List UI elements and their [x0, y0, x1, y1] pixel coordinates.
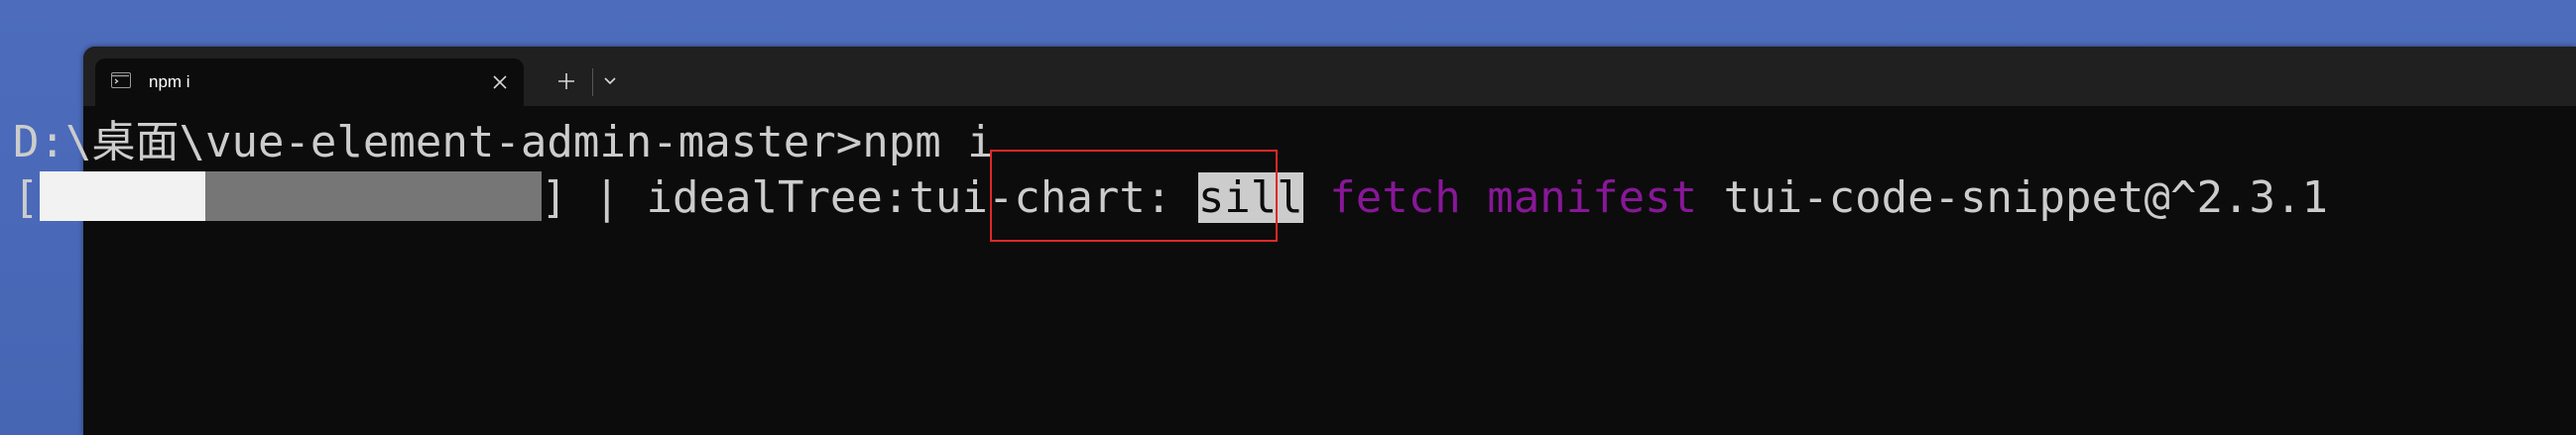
terminal-icon	[111, 72, 131, 88]
tab-title: npm i	[149, 72, 190, 91]
bracket-open: [	[13, 172, 40, 223]
plus-icon[interactable]	[555, 70, 577, 92]
desktop: npm i D:\桌面\vue-element-admin-master>npm…	[0, 0, 2576, 435]
progress-bar-done	[39, 171, 205, 221]
close-icon[interactable]	[492, 74, 508, 90]
terminal-line-1: D:\桌面\vue-element-admin-master>npm i	[13, 115, 994, 170]
package-name: tui-code-snippet@^2.3.1	[1723, 172, 2328, 223]
tab-npm-i[interactable]: npm i	[95, 58, 524, 106]
tab-divider	[592, 68, 593, 96]
title-bar: npm i	[83, 47, 2576, 106]
progress-bar-remaining	[204, 171, 542, 221]
command-highlight-box	[990, 150, 1278, 242]
bracket-close: ]	[541, 172, 568, 223]
manifest-word: manifest	[1487, 172, 1698, 223]
command-text: npm i	[862, 117, 994, 167]
terminal-window: npm i	[83, 47, 2576, 435]
chevron-down-icon[interactable]	[601, 72, 619, 90]
fetch-word: fetch	[1329, 172, 1461, 223]
spinner: |	[593, 172, 621, 223]
prompt-path: D:\桌面\vue-element-admin-master>	[13, 117, 863, 167]
